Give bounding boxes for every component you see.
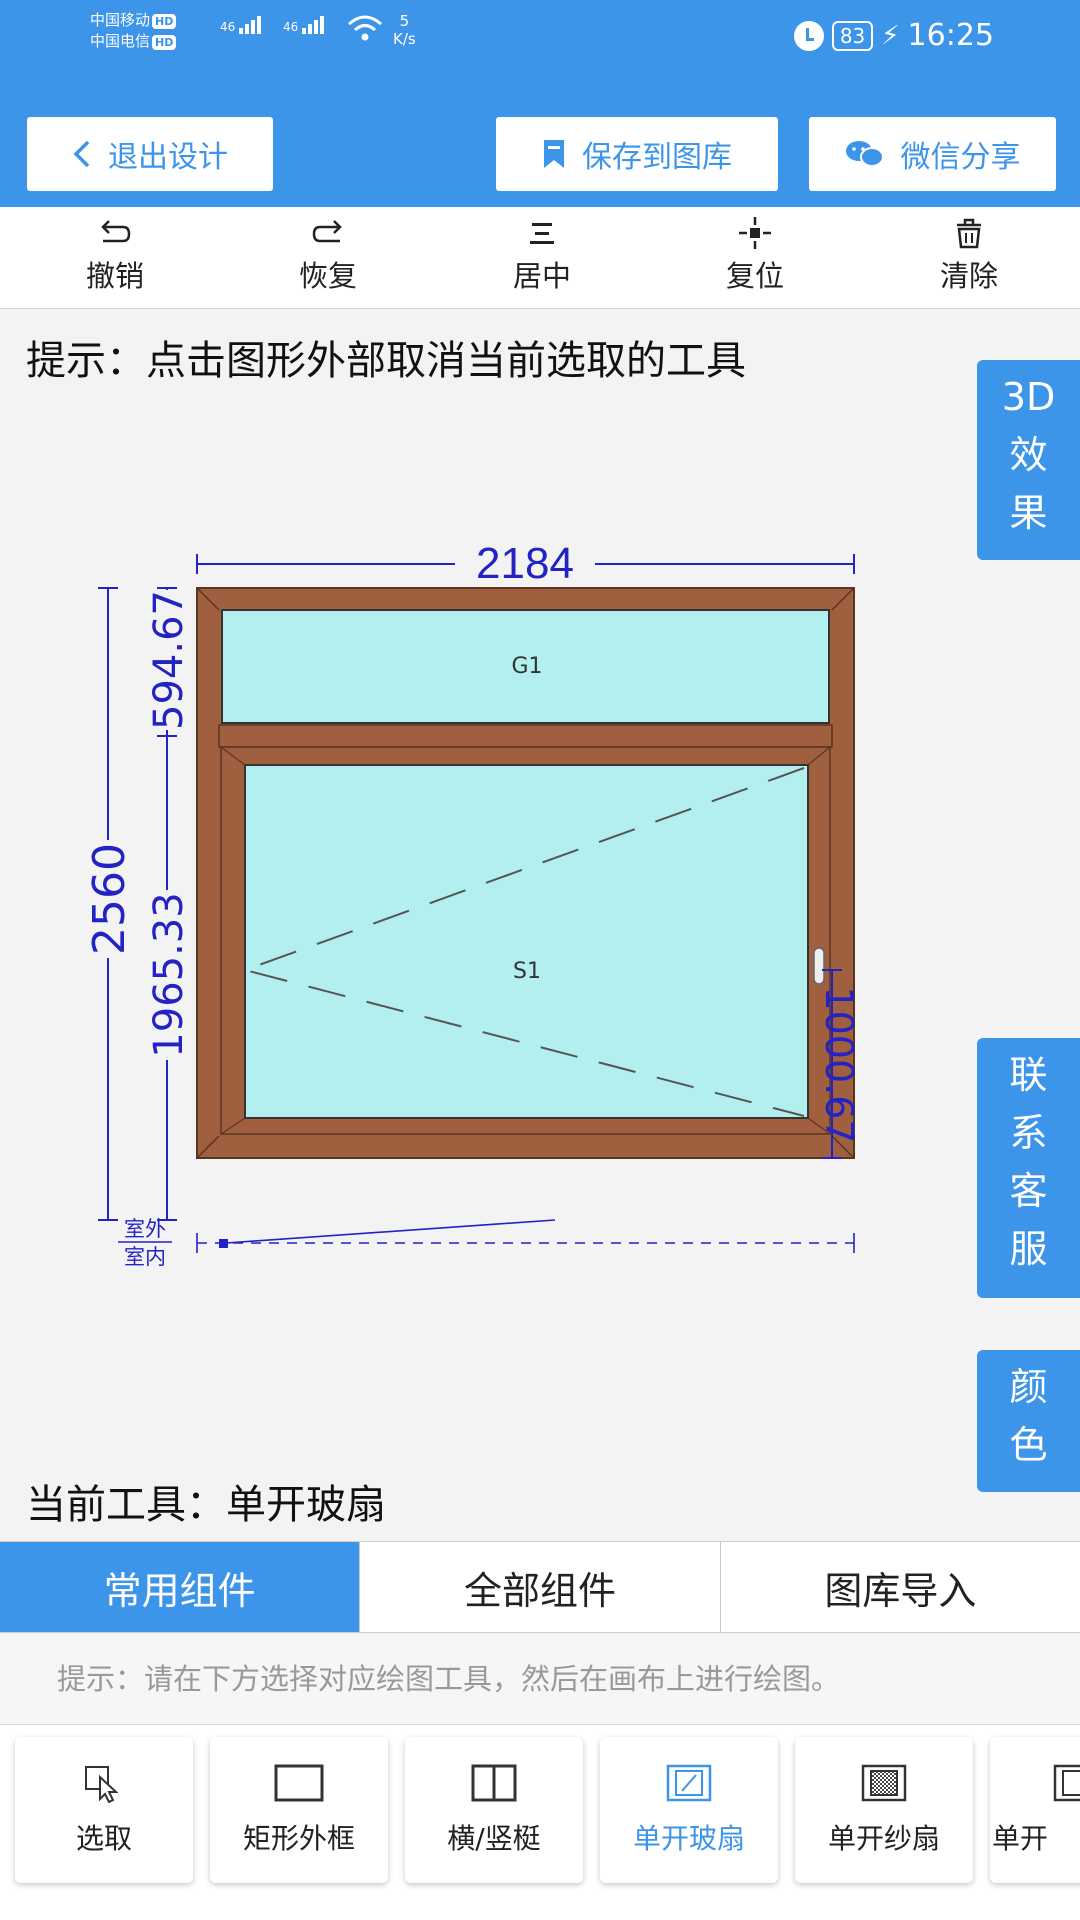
tool-glass-sash-label: 单开玻扇 <box>632 1822 745 1855</box>
tool-rectangle-frame[interactable]: 矩形外框 <box>210 1737 388 1883</box>
charging-icon: ⚡ <box>881 20 900 51</box>
battery-indicator: 83 <box>831 20 874 51</box>
cursor-icon <box>85 1766 119 1803</box>
handle-icon <box>813 947 825 985</box>
save-to-gallery-label: 保存到图库 <box>582 140 732 175</box>
transom-bar[interactable] <box>218 724 833 748</box>
total-height-value: 2560 <box>84 843 135 955</box>
mullion-icon <box>471 1764 517 1802</box>
contact-support-button[interactable]: 联 系 客 服 <box>977 1038 1080 1298</box>
tool-mullion-label: 横/竖梃 <box>447 1822 541 1855</box>
carrier-1: 中国移动 <box>90 11 151 29</box>
wechat-icon <box>845 141 884 167</box>
trash-icon <box>957 218 981 249</box>
sash-icon <box>1053 1764 1080 1802</box>
sash-label: S1 <box>513 959 541 984</box>
width-value: 2184 <box>476 540 574 588</box>
top-height-value: 594.67 <box>146 590 192 730</box>
redo-button[interactable]: 恢复 <box>258 213 398 295</box>
crosshair-icon <box>739 217 771 249</box>
edit-toolbar: 撤销 恢复 居中 复位 清除 <box>0 207 1080 309</box>
undo-button[interactable]: 撤销 <box>45 213 185 295</box>
clear-button[interactable]: 清除 <box>899 213 1039 295</box>
app-header: 中国移动 HD 中国电信 HD 46 46 5 K/s 83 ⚡ 16:25 退出 <box>0 0 1080 207</box>
network-type: 46 <box>283 20 299 34</box>
window-frame[interactable]: G1 S1 <box>196 587 855 1159</box>
glass-sash-icon <box>666 1764 712 1802</box>
alarm-icon <box>793 20 824 51</box>
sash-glass-pane[interactable] <box>244 764 809 1119</box>
exit-design-button[interactable]: 退出设计 <box>27 117 273 191</box>
status-right: 83 ⚡ 16:25 <box>793 18 994 53</box>
width-dimension: 2184 <box>196 540 855 588</box>
network-speed: 5 K/s <box>393 12 416 48</box>
center-label: 居中 <box>512 259 571 293</box>
tool-select[interactable]: 选取 <box>15 1737 193 1883</box>
tool-screen-sash[interactable]: 单开纱扇 <box>795 1737 973 1883</box>
wifi-icon <box>348 15 382 41</box>
save-to-gallery-button[interactable]: 保存到图库 <box>496 117 778 191</box>
tool-single-sash-label: 单开 <box>992 1822 1049 1855</box>
window-drawing[interactable]: 2184 G1 S1 2560 594.67 1965.33 1000.67 室… <box>0 540 900 1280</box>
bookmark-icon <box>544 140 564 168</box>
tool-select-label: 选取 <box>75 1822 132 1855</box>
center-button[interactable]: 居中 <box>472 213 612 295</box>
exit-design-label: 退出设计 <box>108 140 228 175</box>
clear-label: 清除 <box>939 259 998 293</box>
drawing-tip: 提示：请在下方选择对应绘图工具，然后在画布上进行绘图。 <box>0 1634 1080 1724</box>
total-height-dimension: 2560 <box>84 587 135 1221</box>
wall-line: 室外 室内 <box>118 1217 855 1269</box>
wechat-share-button[interactable]: 微信分享 <box>809 117 1056 191</box>
clock: 16:25 <box>907 18 994 53</box>
color-button[interactable]: 颜 色 <box>977 1350 1080 1492</box>
tool-screen-sash-label: 单开纱扇 <box>827 1822 940 1855</box>
outside-label: 室外 <box>124 1217 166 1241</box>
tool-glass-sash[interactable]: 单开玻扇 <box>600 1737 778 1883</box>
reset-label: 复位 <box>725 259 784 293</box>
status-bar: 中国移动 HD 中国电信 HD 46 46 5 K/s 83 ⚡ 16:25 <box>0 0 1080 70</box>
handle-height-value: 1000.67 <box>817 986 861 1143</box>
rectangle-icon <box>274 1764 324 1802</box>
tab-common-components[interactable]: 常用组件 <box>0 1542 360 1632</box>
signal-icon: 46 <box>283 16 326 34</box>
inside-label: 室内 <box>124 1245 166 1269</box>
redo-icon <box>312 220 342 243</box>
wechat-share-label: 微信分享 <box>900 140 1021 175</box>
current-tool-label: 当前工具：单开玻扇 <box>26 1482 386 1528</box>
align-center-icon <box>530 223 554 244</box>
undo-icon <box>101 220 131 243</box>
canvas-hint: 提示：点击图形外部取消当前选取的工具 <box>26 338 746 384</box>
signal-icon: 46 <box>220 16 263 34</box>
handle-height-dimension: 1000.67 <box>817 969 861 1159</box>
component-tabs: 常用组件 全部组件 图库导入 <box>0 1541 1080 1633</box>
redo-label: 恢复 <box>298 259 357 293</box>
chevron-left-icon <box>73 140 90 168</box>
tool-palette: 选取 矩形外框 横/竖梃 单开玻扇 单开纱扇 单开 <box>0 1724 1080 1920</box>
tool-rectangle-frame-label: 矩形外框 <box>242 1822 355 1855</box>
screen-sash-icon <box>861 1764 907 1802</box>
network-type: 46 <box>220 20 236 34</box>
undo-label: 撤销 <box>85 259 144 293</box>
hd-badge: HD <box>152 35 177 50</box>
carrier-2: 中国电信 <box>90 32 151 50</box>
tab-gallery-import[interactable]: 图库导入 <box>719 1542 1080 1632</box>
reset-button[interactable]: 复位 <box>685 213 825 295</box>
section-height-dimension: 594.67 1965.33 <box>144 587 192 1221</box>
bottom-height-value: 1965.33 <box>146 892 192 1057</box>
3d-effect-button[interactable]: 3D 效 果 <box>977 360 1080 560</box>
tool-mullion[interactable]: 横/竖梃 <box>405 1737 583 1883</box>
tab-all-components[interactable]: 全部组件 <box>359 1542 719 1632</box>
top-pane-label: G1 <box>511 654 542 679</box>
carrier-info: 中国移动 HD 中国电信 HD <box>90 10 177 52</box>
hd-badge: HD <box>152 14 177 29</box>
tool-single-sash[interactable]: 单开 <box>990 1737 1080 1883</box>
